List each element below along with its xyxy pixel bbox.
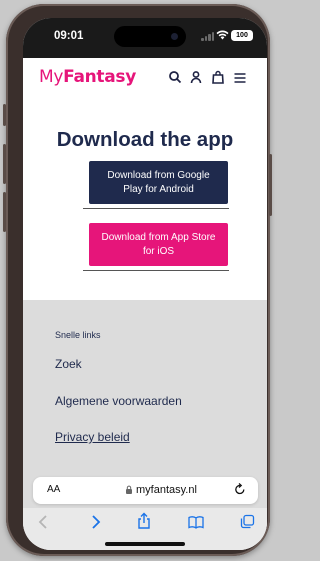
text-size-button[interactable]: AA [47, 484, 60, 495]
bag-icon[interactable] [211, 69, 227, 87]
footer-section-label: Snelle links [55, 330, 101, 340]
reload-icon[interactable] [234, 482, 246, 499]
forward-icon[interactable] [90, 514, 102, 534]
footer-link-search[interactable]: Zoek [55, 357, 82, 371]
menu-icon[interactable] [233, 69, 249, 87]
footer-link-terms[interactable]: Algemene voorwaarden [55, 394, 182, 408]
tabs-icon[interactable] [240, 514, 255, 534]
logo-brand: Fantasy [63, 67, 137, 87]
ios-button-divider [83, 270, 229, 271]
logo-prefix: My [39, 67, 64, 87]
account-icon[interactable] [189, 69, 205, 87]
power-button [269, 154, 272, 216]
home-indicator [105, 542, 185, 546]
google-button-divider [83, 208, 229, 209]
download-google-play-button[interactable]: Download from Google Play for Android [89, 161, 228, 204]
lock-icon [125, 485, 133, 496]
address-domain: myfantasy.nl [136, 484, 197, 496]
search-icon[interactable] [168, 69, 184, 87]
share-icon[interactable] [137, 512, 151, 534]
volume-down-button [3, 192, 6, 232]
status-time: 09:01 [54, 30, 84, 42]
phone-screen: 09:01 100 MyFantasy Download the app Dow… [23, 18, 267, 550]
status-bar: 09:01 100 [23, 18, 267, 58]
page-title: Download the app [56, 128, 234, 151]
volume-up-button [3, 144, 6, 184]
footer-link-privacy[interactable]: Privacy beleid [55, 430, 130, 444]
browser-address-bar[interactable]: AA myfantasy.nl [33, 477, 258, 504]
myfantasy-logo[interactable]: MyFantasy [39, 67, 136, 87]
download-app-store-button[interactable]: Download from App Store for iOS [89, 223, 228, 266]
back-icon[interactable] [37, 514, 49, 534]
bookmarks-icon[interactable] [188, 514, 204, 534]
action-button [3, 104, 6, 126]
wifi-icon [216, 30, 229, 43]
battery-icon: 100 [231, 30, 253, 41]
signal-icon [201, 31, 215, 41]
camera-icon [171, 33, 178, 40]
dynamic-island [114, 26, 186, 47]
site-header: MyFantasy [23, 58, 267, 98]
